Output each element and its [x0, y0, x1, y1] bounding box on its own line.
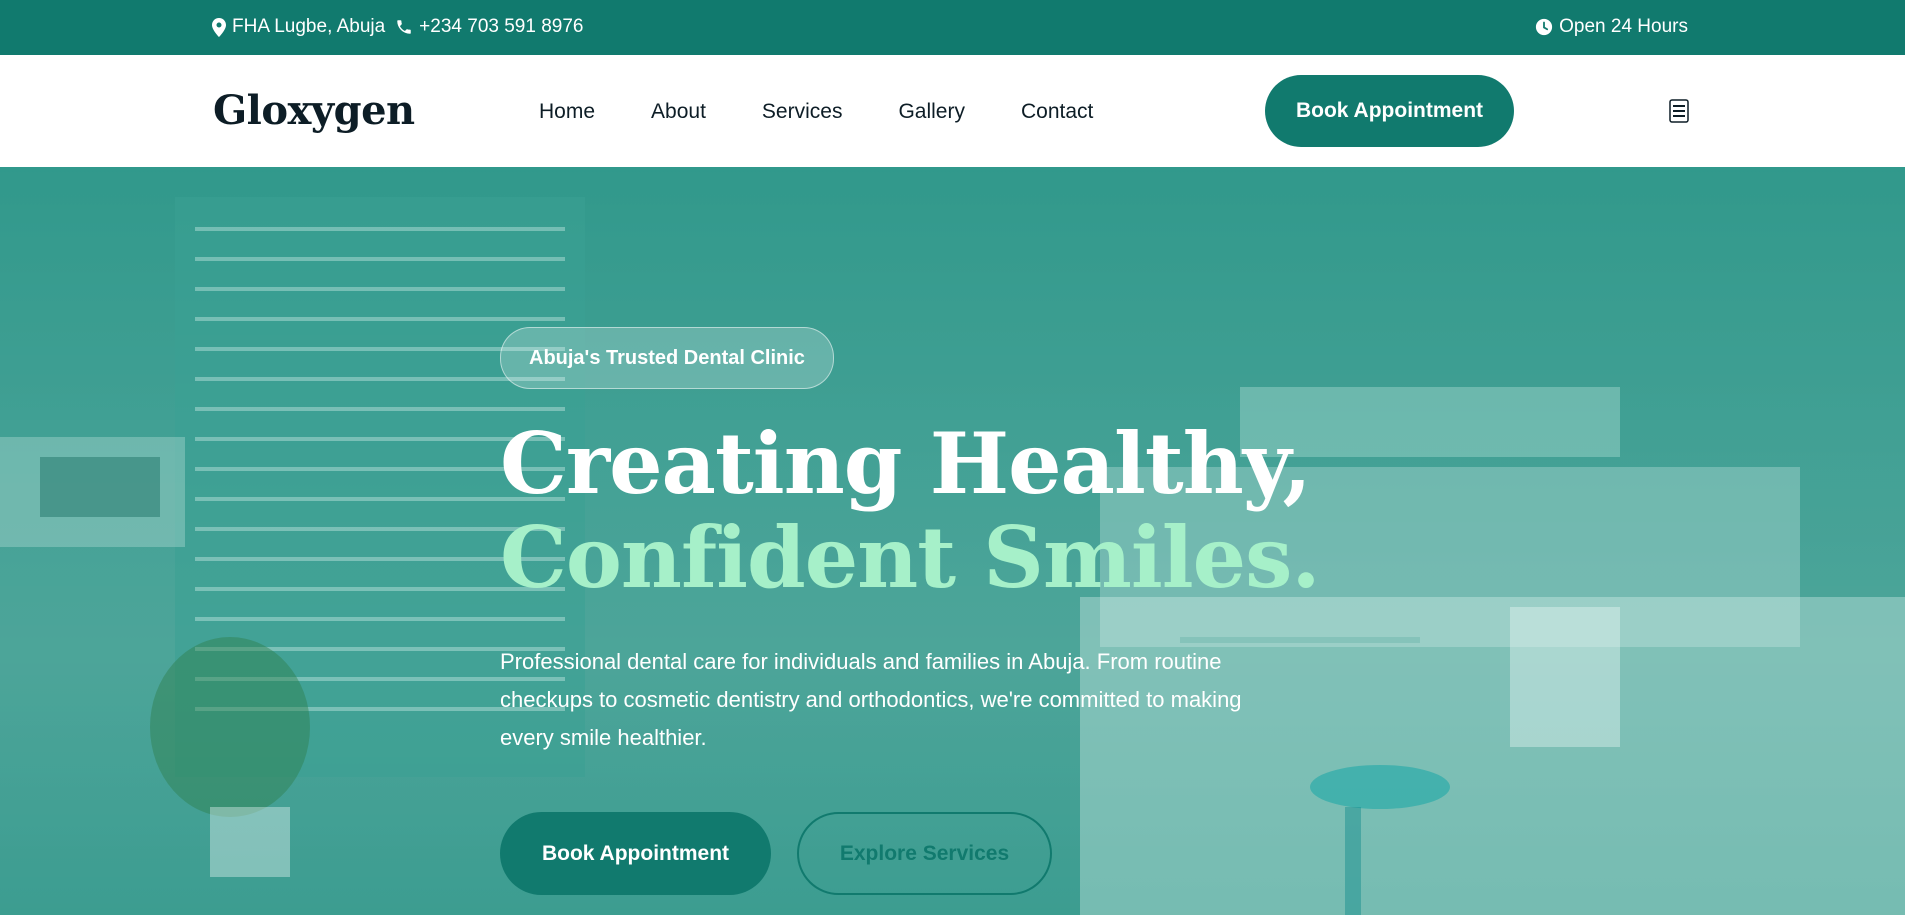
hero-title-line2: Confident Smiles. — [500, 508, 1321, 607]
nav-link-home[interactable]: Home — [539, 100, 595, 124]
hamburger-menu-icon[interactable] — [1669, 99, 1689, 123]
hours-text: Open 24 Hours — [1559, 16, 1688, 37]
hero-book-appointment-button[interactable]: Book Appointment — [500, 812, 771, 895]
nav-link-gallery[interactable]: Gallery — [898, 100, 965, 124]
hero-title: Creating Healthy, Confident Smiles. — [500, 414, 1321, 607]
nav-link-contact[interactable]: Contact — [1021, 100, 1093, 124]
phone-icon — [395, 18, 413, 36]
phone-link[interactable]: +234 703 591 8976 — [419, 16, 583, 38]
hero-badge: Abuja's Trusted Dental Clinic — [500, 327, 834, 389]
hours-info: Open 24 Hours — [1535, 16, 1688, 38]
nav-link-services[interactable]: Services — [762, 100, 843, 124]
location-text: FHA Lugbe, Abuja — [232, 16, 386, 37]
main-header: Gloxygen Home About Services Gallery Con… — [0, 55, 1905, 167]
header-book-appointment-button[interactable]: Book Appointment — [1265, 75, 1514, 147]
hero-section: Abuja's Trusted Dental Clinic Creating H… — [0, 167, 1905, 915]
clock-icon — [1535, 18, 1553, 36]
explore-services-button[interactable]: Explore Services — [797, 812, 1052, 895]
site-logo[interactable]: Gloxygen — [213, 87, 415, 134]
nav-link-about[interactable]: About — [651, 100, 706, 124]
top-info-bar: FHA Lugbe, Abuja +234 703 591 8976 Open … — [0, 0, 1905, 55]
map-pin-icon — [212, 17, 226, 37]
contact-info: FHA Lugbe, Abuja +234 703 591 8976 — [212, 16, 583, 38]
main-nav: Home About Services Gallery Contact — [539, 100, 1093, 124]
hero-title-line1: Creating Healthy, — [500, 414, 1312, 513]
hero-description: Professional dental care for individuals… — [500, 649, 1242, 750]
